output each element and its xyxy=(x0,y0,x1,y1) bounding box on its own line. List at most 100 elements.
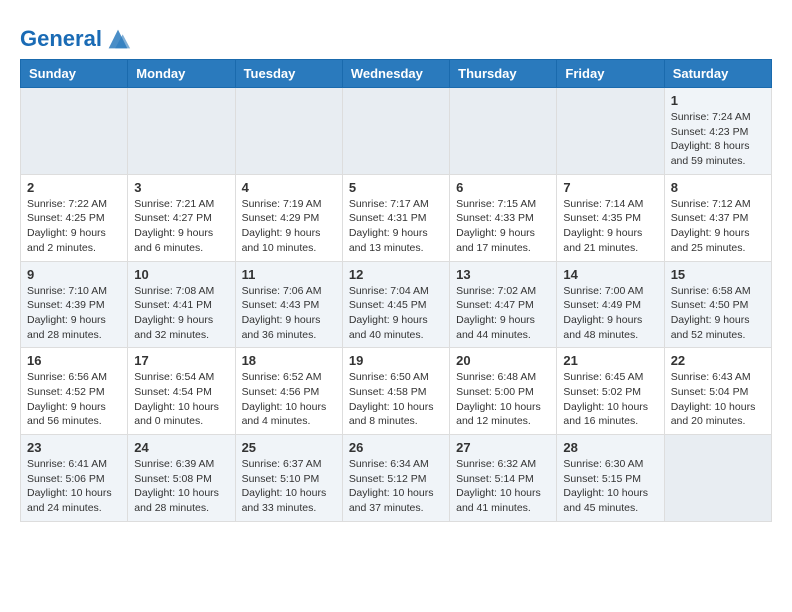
day-info: Sunrise: 6:32 AM Sunset: 5:14 PM Dayligh… xyxy=(456,457,550,516)
day-number: 7 xyxy=(563,180,657,195)
calendar-week-row: 23 Sunrise: 6:41 AM Sunset: 5:06 PM Dayli… xyxy=(21,435,772,522)
day-number: 9 xyxy=(27,267,121,282)
calendar-cell: 17 Sunrise: 6:54 AM Sunset: 4:54 PM Dayli… xyxy=(128,348,235,435)
calendar-cell: 7 Sunrise: 7:14 AM Sunset: 4:35 PM Daylig… xyxy=(557,174,664,261)
day-number: 8 xyxy=(671,180,765,195)
calendar-cell: 6 Sunrise: 7:15 AM Sunset: 4:33 PM Daylig… xyxy=(450,174,557,261)
day-info: Sunrise: 7:24 AM Sunset: 4:23 PM Dayligh… xyxy=(671,110,765,169)
day-number: 3 xyxy=(134,180,228,195)
calendar-cell: 15 Sunrise: 6:58 AM Sunset: 4:50 PM Dayli… xyxy=(664,261,771,348)
day-info: Sunrise: 7:12 AM Sunset: 4:37 PM Dayligh… xyxy=(671,197,765,256)
day-info: Sunrise: 6:48 AM Sunset: 5:00 PM Dayligh… xyxy=(456,370,550,429)
calendar-cell: 10Sunrise: 7:08 AM Sunset: 4:41 PM Dayli… xyxy=(128,261,235,348)
day-info: Sunrise: 7:04 AM Sunset: 4:45 PM Dayligh… xyxy=(349,284,443,343)
calendar-cell xyxy=(128,88,235,175)
day-number: 18 xyxy=(242,353,336,368)
calendar-cell: 19Sunrise: 6:50 AM Sunset: 4:58 PM Dayli… xyxy=(342,348,449,435)
calendar-cell: 4 Sunrise: 7:19 AM Sunset: 4:29 PM Daylig… xyxy=(235,174,342,261)
calendar-cell: 23 Sunrise: 6:41 AM Sunset: 5:06 PM Dayli… xyxy=(21,435,128,522)
logo-text: General xyxy=(20,27,102,51)
logo-icon xyxy=(104,25,132,53)
calendar-cell: 25 Sunrise: 6:37 AM Sunset: 5:10 PM Dayli… xyxy=(235,435,342,522)
calendar-cell: 5 Sunrise: 7:17 AM Sunset: 4:31 PM Daylig… xyxy=(342,174,449,261)
day-info: Sunrise: 7:21 AM Sunset: 4:27 PM Dayligh… xyxy=(134,197,228,256)
calendar-cell: 14 Sunrise: 7:00 AM Sunset: 4:49 PM Dayli… xyxy=(557,261,664,348)
day-info: Sunrise: 7:08 AM Sunset: 4:41 PM Dayligh… xyxy=(134,284,228,343)
calendar-week-row: 9Sunrise: 7:10 AM Sunset: 4:39 PM Daylig… xyxy=(21,261,772,348)
calendar-week-row: 16 Sunrise: 6:56 AM Sunset: 4:52 PM Dayli… xyxy=(21,348,772,435)
day-number: 16 xyxy=(27,353,121,368)
day-number: 21 xyxy=(563,353,657,368)
header-tuesday: Tuesday xyxy=(235,60,342,88)
day-info: Sunrise: 6:43 AM Sunset: 5:04 PM Dayligh… xyxy=(671,370,765,429)
day-number: 14 xyxy=(563,267,657,282)
day-info: Sunrise: 7:02 AM Sunset: 4:47 PM Dayligh… xyxy=(456,284,550,343)
day-number: 22 xyxy=(671,353,765,368)
calendar-week-row: 2 Sunrise: 7:22 AM Sunset: 4:25 PM Daylig… xyxy=(21,174,772,261)
day-number: 2 xyxy=(27,180,121,195)
calendar-cell: 13 Sunrise: 7:02 AM Sunset: 4:47 PM Dayli… xyxy=(450,261,557,348)
day-info: Sunrise: 6:52 AM Sunset: 4:56 PM Dayligh… xyxy=(242,370,336,429)
day-info: Sunrise: 7:14 AM Sunset: 4:35 PM Dayligh… xyxy=(563,197,657,256)
calendar-cell: 28 Sunrise: 6:30 AM Sunset: 5:15 PM Dayli… xyxy=(557,435,664,522)
calendar-cell: 18 Sunrise: 6:52 AM Sunset: 4:56 PM Dayli… xyxy=(235,348,342,435)
day-number: 12 xyxy=(349,267,443,282)
day-number: 4 xyxy=(242,180,336,195)
day-number: 23 xyxy=(27,440,121,455)
calendar-cell xyxy=(664,435,771,522)
day-number: 20 xyxy=(456,353,550,368)
page-header: General xyxy=(20,20,772,49)
day-info: Sunrise: 6:50 AM Sunset: 4:58 PM Dayligh… xyxy=(349,370,443,429)
calendar-cell: 2 Sunrise: 7:22 AM Sunset: 4:25 PM Daylig… xyxy=(21,174,128,261)
calendar-cell: 11Sunrise: 7:06 AM Sunset: 4:43 PM Dayli… xyxy=(235,261,342,348)
calendar-cell: 27Sunrise: 6:32 AM Sunset: 5:14 PM Dayli… xyxy=(450,435,557,522)
calendar-cell: 12 Sunrise: 7:04 AM Sunset: 4:45 PM Dayli… xyxy=(342,261,449,348)
day-number: 6 xyxy=(456,180,550,195)
header-wednesday: Wednesday xyxy=(342,60,449,88)
day-number: 24 xyxy=(134,440,228,455)
calendar-cell xyxy=(342,88,449,175)
day-info: Sunrise: 6:30 AM Sunset: 5:15 PM Dayligh… xyxy=(563,457,657,516)
calendar-cell: 24Sunrise: 6:39 AM Sunset: 5:08 PM Dayli… xyxy=(128,435,235,522)
calendar-table: SundayMondayTuesdayWednesdayThursdayFrid… xyxy=(20,59,772,522)
day-info: Sunrise: 6:58 AM Sunset: 4:50 PM Dayligh… xyxy=(671,284,765,343)
calendar-cell xyxy=(21,88,128,175)
day-info: Sunrise: 7:15 AM Sunset: 4:33 PM Dayligh… xyxy=(456,197,550,256)
day-info: Sunrise: 7:22 AM Sunset: 4:25 PM Dayligh… xyxy=(27,197,121,256)
logo: General xyxy=(20,25,132,49)
day-number: 1 xyxy=(671,93,765,108)
header-friday: Friday xyxy=(557,60,664,88)
day-info: Sunrise: 7:00 AM Sunset: 4:49 PM Dayligh… xyxy=(563,284,657,343)
day-number: 15 xyxy=(671,267,765,282)
day-info: Sunrise: 7:19 AM Sunset: 4:29 PM Dayligh… xyxy=(242,197,336,256)
calendar-week-row: 1 Sunrise: 7:24 AM Sunset: 4:23 PM Daylig… xyxy=(21,88,772,175)
calendar-cell xyxy=(557,88,664,175)
day-number: 13 xyxy=(456,267,550,282)
day-number: 28 xyxy=(563,440,657,455)
day-info: Sunrise: 6:41 AM Sunset: 5:06 PM Dayligh… xyxy=(27,457,121,516)
header-thursday: Thursday xyxy=(450,60,557,88)
day-number: 5 xyxy=(349,180,443,195)
day-number: 17 xyxy=(134,353,228,368)
calendar-cell: 3 Sunrise: 7:21 AM Sunset: 4:27 PM Daylig… xyxy=(128,174,235,261)
calendar-cell: 22 Sunrise: 6:43 AM Sunset: 5:04 PM Dayli… xyxy=(664,348,771,435)
day-info: Sunrise: 6:56 AM Sunset: 4:52 PM Dayligh… xyxy=(27,370,121,429)
day-info: Sunrise: 6:34 AM Sunset: 5:12 PM Dayligh… xyxy=(349,457,443,516)
header-saturday: Saturday xyxy=(664,60,771,88)
day-number: 11 xyxy=(242,267,336,282)
day-number: 26 xyxy=(349,440,443,455)
calendar-cell: 21 Sunrise: 6:45 AM Sunset: 5:02 PM Dayli… xyxy=(557,348,664,435)
calendar-cell: 26 Sunrise: 6:34 AM Sunset: 5:12 PM Dayli… xyxy=(342,435,449,522)
calendar-cell xyxy=(235,88,342,175)
calendar-cell: 9Sunrise: 7:10 AM Sunset: 4:39 PM Daylig… xyxy=(21,261,128,348)
header-sunday: Sunday xyxy=(21,60,128,88)
calendar-cell: 1 Sunrise: 7:24 AM Sunset: 4:23 PM Daylig… xyxy=(664,88,771,175)
day-info: Sunrise: 7:17 AM Sunset: 4:31 PM Dayligh… xyxy=(349,197,443,256)
day-number: 25 xyxy=(242,440,336,455)
calendar-header-row: SundayMondayTuesdayWednesdayThursdayFrid… xyxy=(21,60,772,88)
calendar-cell: 20 Sunrise: 6:48 AM Sunset: 5:00 PM Dayli… xyxy=(450,348,557,435)
calendar-cell xyxy=(450,88,557,175)
day-info: Sunrise: 6:54 AM Sunset: 4:54 PM Dayligh… xyxy=(134,370,228,429)
day-info: Sunrise: 6:37 AM Sunset: 5:10 PM Dayligh… xyxy=(242,457,336,516)
day-info: Sunrise: 6:45 AM Sunset: 5:02 PM Dayligh… xyxy=(563,370,657,429)
